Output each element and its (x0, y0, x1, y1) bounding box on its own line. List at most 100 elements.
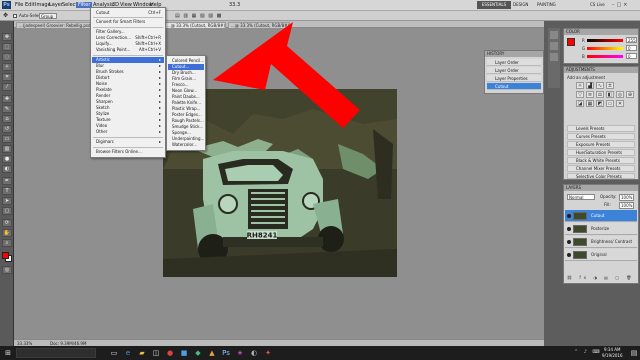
quick-mask-button[interactable]: ◎ (2, 266, 12, 274)
3d-rotate-tool[interactable]: ⟳ (2, 219, 12, 227)
app-icon[interactable]: ✦ (264, 349, 272, 357)
visibility-eye-icon[interactable] (567, 214, 571, 218)
eyedropper-tool[interactable]: ⁄ (2, 83, 12, 91)
filter-menu-browse-online[interactable]: Browse Filters Online... (92, 149, 164, 155)
filter-menu-digimarc[interactable]: Digimarc ▸ (92, 139, 164, 145)
history-item[interactable]: Layer Order (487, 59, 541, 66)
mini-panel-icon[interactable] (550, 53, 558, 61)
app-icon[interactable]: ◆ (194, 349, 202, 357)
healing-brush-tool[interactable]: ✚ (2, 95, 12, 103)
move-tool-icon[interactable]: ✥ (3, 13, 8, 19)
app-icon[interactable]: ■ (180, 349, 188, 357)
black-white-icon[interactable]: ◧ (606, 91, 614, 98)
mini-panel-icon[interactable] (550, 31, 558, 39)
auto-select-checkbox[interactable] (13, 14, 17, 18)
history-item[interactable]: Layer Properties (487, 75, 541, 82)
color-balance-icon[interactable]: ⚖ (596, 91, 604, 98)
close-icon[interactable]: × (623, 2, 629, 8)
layer-row[interactable]: Posterize (565, 223, 637, 235)
layer-row[interactable]: Original (565, 249, 637, 261)
clone-stamp-tool[interactable]: ⌂ (2, 115, 12, 123)
move-tool[interactable]: ✥ (2, 33, 12, 41)
menu-file[interactable]: File (15, 2, 23, 8)
adjustment-preset[interactable]: Levels Presets (567, 125, 635, 132)
blur-tool[interactable]: ● (2, 155, 12, 163)
filter-menu-vanishing-point[interactable]: Vanishing Point... Alt+Ctrl+V (92, 47, 164, 53)
edge-icon[interactable]: e (124, 349, 132, 357)
pen-tool[interactable]: ✒ (2, 177, 12, 185)
visibility-eye-icon[interactable] (567, 253, 571, 257)
path-selection-tool[interactable]: ➤ (2, 197, 12, 205)
selective-color-icon[interactable]: ✕ (616, 100, 624, 107)
hue-sat-icon[interactable]: ≡ (586, 91, 594, 98)
visibility-eye-icon[interactable] (567, 240, 571, 244)
menu-edit[interactable]: Edit (25, 2, 35, 8)
photoshop-taskbar-icon[interactable]: Ps (222, 349, 230, 357)
filter-menu-convert-smart[interactable]: Convert for Smart Filters (92, 19, 164, 25)
blue-slider[interactable] (587, 55, 623, 58)
curves-icon[interactable]: ∿ (596, 82, 604, 89)
channel-mixer-icon[interactable]: ⊕ (626, 91, 634, 98)
workspace-design[interactable]: DESIGN (513, 2, 528, 7)
workspace-essentials[interactable]: ESSENTIALS (477, 1, 511, 9)
green-slider[interactable] (587, 47, 623, 50)
lasso-tool[interactable]: ◌ (2, 53, 12, 61)
hand-tool[interactable]: ✋ (2, 229, 12, 237)
store-icon[interactable]: ◫ (152, 349, 160, 357)
layer-row[interactable]: Brightness/ Contrast (565, 236, 637, 248)
blend-mode-select[interactable]: Normal (567, 194, 595, 200)
app-icon[interactable]: ● (166, 349, 174, 357)
group-select[interactable]: Group (39, 13, 57, 19)
workspace-painting[interactable]: PAINTING (537, 2, 556, 7)
windows-start-icon[interactable]: ⊞ (4, 349, 12, 357)
brightness-icon[interactable]: ☼ (576, 82, 584, 89)
adjustment-preset[interactable]: Hue/Saturation Presets (567, 149, 635, 156)
adjustment-preset[interactable]: Curves Presets (567, 133, 635, 140)
dodge-tool[interactable]: ◐ (2, 165, 12, 173)
crop-tool[interactable]: ⌗ (2, 73, 12, 81)
red-slider[interactable] (587, 39, 623, 42)
file-explorer-icon[interactable]: ▰ (138, 349, 146, 357)
gradient-tool[interactable]: ▥ (2, 145, 12, 153)
levels-icon[interactable]: ▟ (586, 82, 594, 89)
menu-layer[interactable]: Layer (49, 2, 63, 8)
magic-wand-tool[interactable]: ✧ (2, 63, 12, 71)
layer-row[interactable]: Cutout (565, 210, 637, 222)
adjustment-preset[interactable]: Channel Mixer Presets (567, 165, 635, 172)
cs-live[interactable]: CS Live (590, 2, 605, 7)
mini-panel-icon[interactable] (550, 42, 558, 50)
artistic-watercolor[interactable]: Watercolor... (168, 142, 204, 148)
type-tool[interactable]: T (2, 187, 12, 195)
filter-menu-other[interactable]: Other ▸ (92, 129, 164, 135)
exposure-icon[interactable]: ± (606, 82, 614, 89)
fill-field[interactable]: 100% (619, 202, 635, 209)
taskbar-search-box[interactable] (16, 348, 96, 358)
app-icon[interactable]: ◐ (250, 349, 258, 357)
notification-icon[interactable]: ▤ (630, 349, 638, 357)
brush-tool[interactable]: ✎ (2, 105, 12, 113)
blue-value[interactable]: 0 (626, 53, 637, 59)
eraser-tool[interactable]: ▭ (2, 135, 12, 143)
app-icon[interactable]: ★ (236, 349, 244, 357)
opacity-field[interactable]: 100% (619, 194, 635, 201)
shape-tool[interactable]: ▢ (2, 207, 12, 215)
green-value[interactable]: 0 (626, 45, 637, 51)
gradient-map-icon[interactable]: ▭ (606, 100, 614, 107)
threshold-icon[interactable]: ◩ (596, 100, 604, 107)
zoom-readout[interactable]: 33.3 (229, 2, 240, 8)
adjustment-preset[interactable]: Black & White Presets (567, 157, 635, 164)
vibrance-icon[interactable]: ▽ (576, 91, 584, 98)
foreground-color-swatch[interactable] (2, 252, 9, 259)
history-item-selected[interactable]: Cutout (487, 83, 541, 90)
posterize-icon[interactable]: ▦ (586, 100, 594, 107)
photo-filter-icon[interactable]: ◎ (616, 91, 624, 98)
zoom-tool[interactable]: ⌕ (2, 239, 12, 247)
filter-menu-cutout-last[interactable]: Cutout Ctrl+F (92, 10, 164, 16)
adjustment-preset[interactable]: Exposure Presets (567, 141, 635, 148)
invert-icon[interactable]: ◪ (576, 100, 584, 107)
system-tray-icons[interactable]: ⌃ ♪ ⌨ (574, 349, 602, 355)
red-value[interactable]: 255 (626, 37, 637, 43)
history-item[interactable]: Layer Order (487, 67, 541, 74)
app-icon[interactable]: ▲ (208, 349, 216, 357)
layers-footer-icons[interactable]: ⛓ fx ◑ ▤ ▢ 🗑 (567, 275, 637, 281)
